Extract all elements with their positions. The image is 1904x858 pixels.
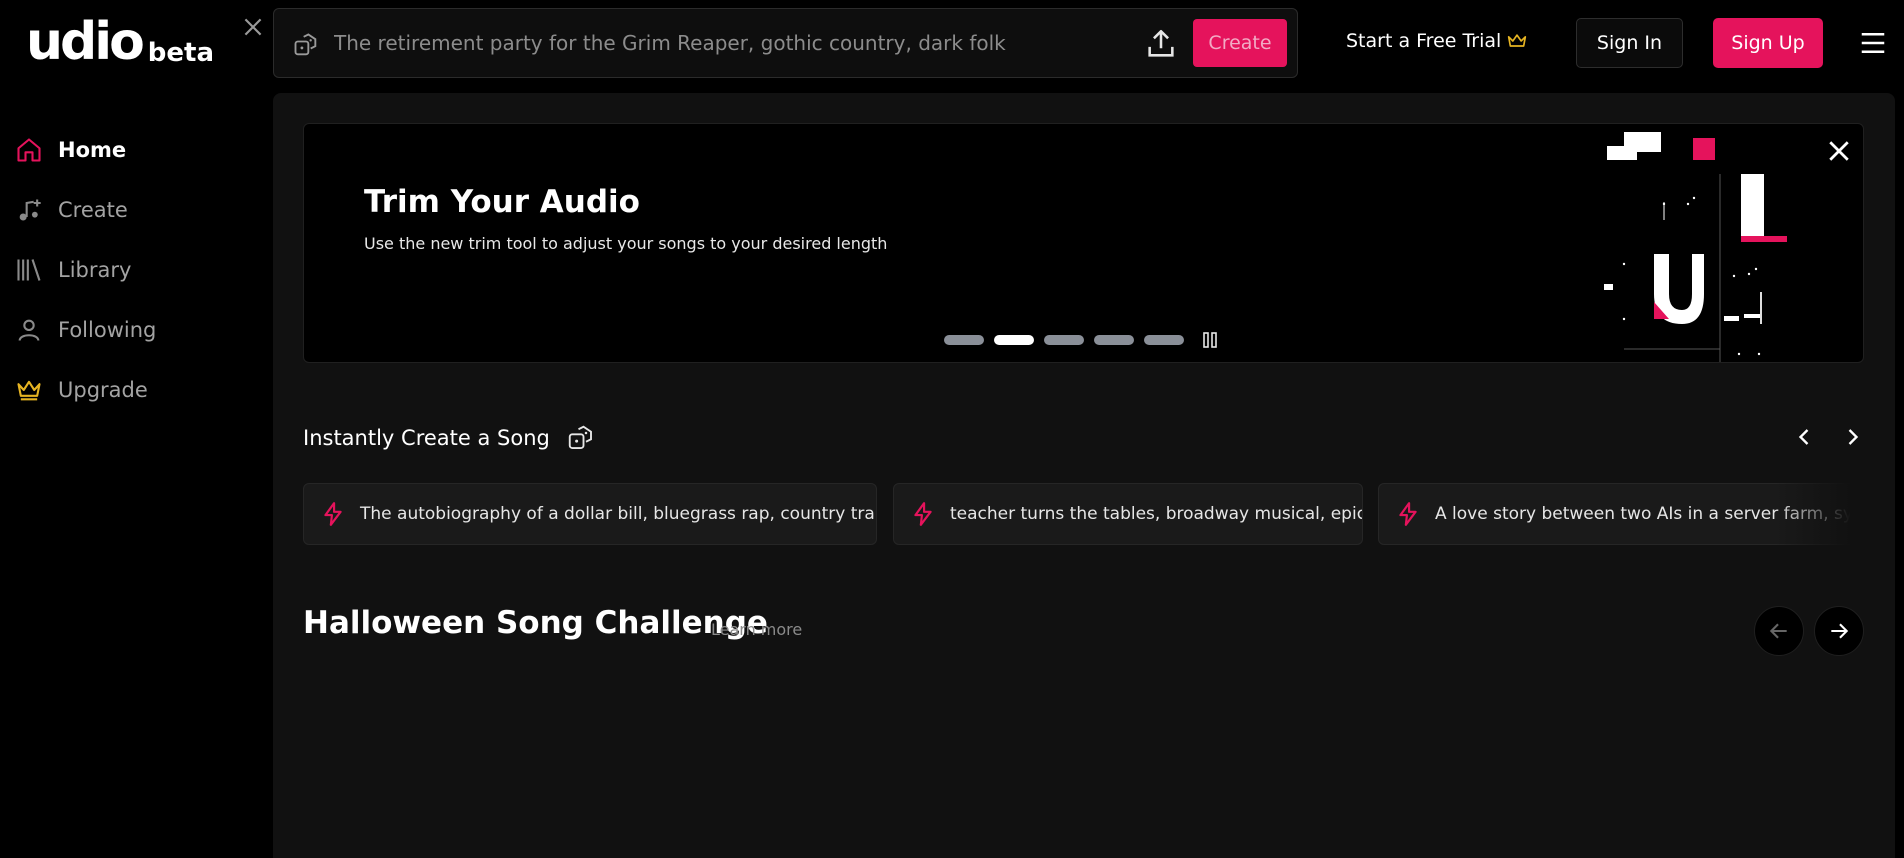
user-icon <box>14 315 44 345</box>
upload-icon[interactable] <box>1144 27 1178 61</box>
sidebar-item-following[interactable]: Following <box>0 300 272 360</box>
sidebar-item-label: Home <box>58 138 127 162</box>
banner-title: Trim Your Audio <box>364 184 640 220</box>
sign-up-button[interactable]: Sign Up <box>1713 18 1823 68</box>
logo-wordmark: udio <box>26 12 145 72</box>
learn-more-link[interactable]: Learn more <box>711 620 802 639</box>
arrow-right-icon[interactable] <box>1814 606 1864 656</box>
prompt-input[interactable] <box>334 23 1114 63</box>
sidebar-item-library[interactable]: Library <box>0 240 272 300</box>
carousel-dot[interactable] <box>944 335 984 345</box>
lightning-icon <box>324 502 342 526</box>
sidebar-item-label: Upgrade <box>58 378 148 402</box>
main-panel: Trim Your Audio Use the new trim tool to… <box>273 93 1895 858</box>
prompt-card[interactable]: teacher turns the tables, broadway music… <box>893 483 1363 545</box>
sidebar-item-label: Following <box>58 318 157 342</box>
carousel-dot[interactable] <box>1094 335 1134 345</box>
music-plus-icon <box>14 195 44 225</box>
sidebar-item-home[interactable]: Home <box>0 120 272 180</box>
carousel-dot[interactable] <box>1044 335 1084 345</box>
lightning-icon <box>914 502 932 526</box>
sidebar: udio beta Home Create Library Following … <box>0 0 272 858</box>
prompt-card-text: teacher turns the tables, broadway music… <box>950 504 1363 524</box>
hamburger-menu-icon[interactable] <box>1858 28 1888 58</box>
close-sidebar-icon[interactable] <box>240 14 266 40</box>
sidebar-item-label: Library <box>58 258 132 282</box>
challenge-title: Halloween Song Challenge <box>303 605 768 641</box>
pause-icon[interactable] <box>1200 330 1220 350</box>
carousel-indicators <box>944 330 1220 350</box>
carousel-dot[interactable] <box>1144 335 1184 345</box>
arrow-left-icon[interactable] <box>1754 606 1804 656</box>
crown-icon <box>14 375 44 405</box>
sidebar-item-create[interactable]: Create <box>0 180 272 240</box>
prompt-suggestions: The autobiography of a dollar bill, blue… <box>303 483 1864 547</box>
dice-icon[interactable] <box>566 423 596 453</box>
instant-create-title: Instantly Create a Song <box>303 426 550 450</box>
chevron-right-icon[interactable] <box>1839 423 1867 451</box>
create-button[interactable]: Create <box>1193 19 1287 67</box>
lightning-icon <box>1399 502 1417 526</box>
close-banner-icon[interactable] <box>1824 136 1854 166</box>
prompt-card-text: The autobiography of a dollar bill, blue… <box>360 504 877 524</box>
sidebar-item-label: Create <box>58 198 128 222</box>
dice-icon[interactable] <box>292 31 320 59</box>
sidebar-nav: Home Create Library Following Upgrade <box>0 120 272 420</box>
banner-subtitle: Use the new trim tool to adjust your son… <box>364 234 888 253</box>
home-icon <box>14 135 44 165</box>
promo-banner[interactable]: Trim Your Audio Use the new trim tool to… <box>303 123 1864 363</box>
free-trial-label: Start a Free Trial <box>1346 30 1502 52</box>
scroll-fade <box>1774 483 1864 545</box>
instant-create-heading: Instantly Create a Song <box>303 423 596 453</box>
sidebar-item-upgrade[interactable]: Upgrade <box>0 360 272 420</box>
prompt-card[interactable]: The autobiography of a dollar bill, blue… <box>303 483 877 545</box>
logo-beta-tag: beta <box>147 38 215 68</box>
udio-logo[interactable]: udio beta <box>26 16 214 68</box>
free-trial-link[interactable]: Start a Free Trial <box>1346 30 1527 52</box>
prompt-bar: Create <box>273 8 1298 78</box>
carousel-dot-active[interactable] <box>994 335 1034 345</box>
crown-icon <box>1508 34 1527 47</box>
chevron-left-icon[interactable] <box>1790 423 1818 451</box>
library-icon <box>14 255 44 285</box>
sign-in-button[interactable]: Sign In <box>1576 18 1683 68</box>
